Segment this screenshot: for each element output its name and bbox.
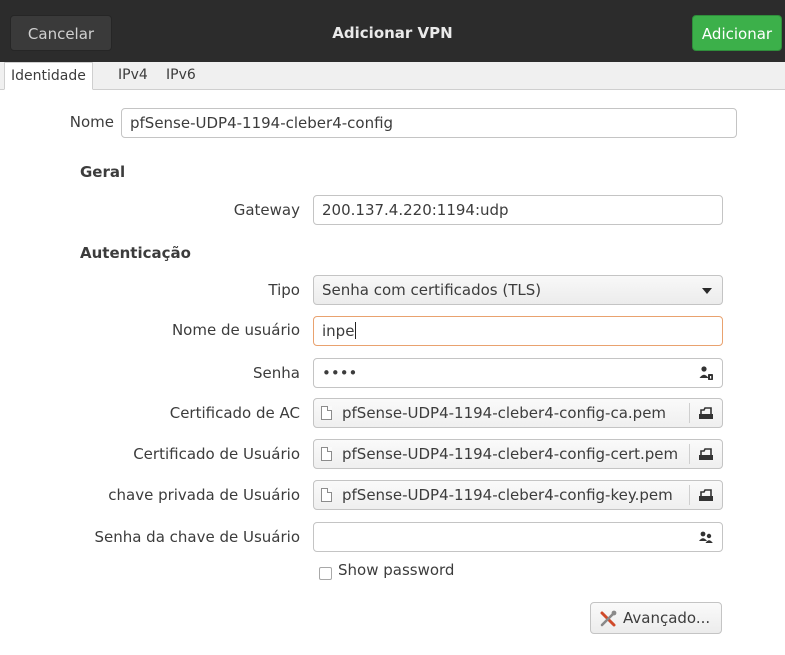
advanced-label: Avançado... [623, 609, 711, 627]
user-cert-file-button[interactable]: pfSense-UDP4-1194-cleber4-config-cert.pe… [313, 439, 723, 469]
folder-open-icon[interactable] [698, 405, 714, 421]
separator [689, 485, 690, 505]
ca-cert-filename: pfSense-UDP4-1194-cleber4-config-ca.pem [342, 404, 667, 422]
username-label: Nome de usuário [171, 321, 300, 339]
dialog-title: Adicionar VPN [332, 24, 453, 42]
key-password-field[interactable] [313, 522, 723, 552]
user-key-label: chave privada de Usuário [108, 486, 300, 504]
document-icon [321, 406, 332, 420]
show-password-checkbox[interactable] [319, 567, 332, 580]
tab-ipv4[interactable]: IPv4 [112, 62, 154, 89]
separator [689, 444, 690, 464]
type-select[interactable]: Senha com certificados (TLS) [313, 275, 723, 305]
gateway-field[interactable]: 200.137.4.220:1194:udp [313, 195, 723, 225]
document-icon [321, 488, 332, 502]
key-password-label: Senha da chave de Usuário [94, 528, 300, 546]
chevron-down-icon [702, 288, 712, 294]
type-label: Tipo [268, 281, 300, 299]
tab-identidade[interactable]: Identidade [4, 62, 93, 90]
ca-cert-file-button[interactable]: pfSense-UDP4-1194-cleber4-config-ca.pem [313, 398, 723, 428]
folder-open-icon[interactable] [698, 446, 714, 462]
password-field[interactable]: •••• [313, 358, 723, 388]
name-field[interactable]: pfSense-UDP4-1194-cleber4-config [121, 108, 737, 138]
type-select-value: Senha com certificados (TLS) [322, 281, 542, 299]
separator [689, 403, 690, 423]
gateway-label: Gateway [233, 201, 300, 219]
user-cert-filename: pfSense-UDP4-1194-cleber4-config-cert.pe… [342, 445, 679, 463]
show-password-label[interactable]: Show password [338, 561, 454, 579]
advanced-button[interactable]: Avançado... [590, 602, 722, 634]
general-heading: Geral [80, 163, 126, 181]
user-password-icon[interactable] [698, 365, 714, 381]
username-field[interactable]: inpe [313, 316, 723, 346]
user-key-filename: pfSense-UDP4-1194-cleber4-config-key.pem [342, 486, 673, 504]
tools-icon [600, 610, 617, 627]
add-button[interactable]: Adicionar [692, 15, 782, 51]
folder-open-icon[interactable] [698, 487, 714, 503]
ca-cert-label: Certificado de AC [169, 404, 300, 422]
users-icon[interactable] [698, 529, 714, 545]
password-label: Senha [253, 364, 300, 382]
header-bar: Cancelar Adicionar VPN Adicionar [0, 0, 785, 62]
tab-bar: Identidade IPv4 IPv6 [0, 62, 785, 90]
user-key-file-button[interactable]: pfSense-UDP4-1194-cleber4-config-key.pem [313, 480, 723, 510]
document-icon [321, 447, 332, 461]
text-cursor [355, 322, 357, 339]
tab-ipv6[interactable]: IPv6 [160, 62, 202, 89]
user-cert-label: Certificado de Usuário [133, 445, 300, 463]
name-label: Nome [69, 113, 114, 131]
password-value: •••• [322, 364, 358, 382]
auth-heading: Autenticação [80, 244, 191, 262]
username-value: inpe [322, 322, 355, 340]
